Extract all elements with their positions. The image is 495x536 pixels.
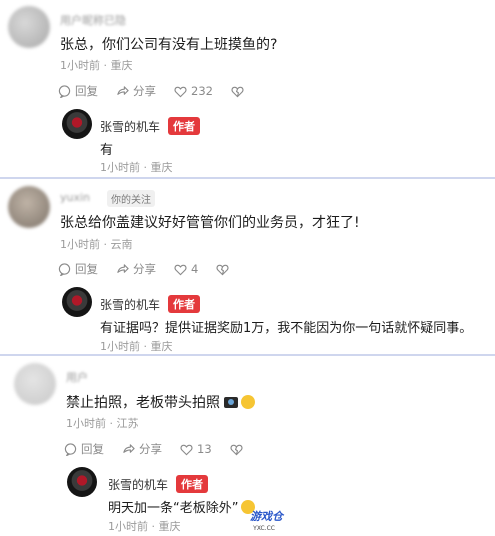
reply-author[interactable]: 张雪的机车 作者 [100,295,201,313]
comment-text[interactable]: 禁止拍照，老板带头拍照 [66,392,255,412]
share-label: 分享 [139,442,162,456]
reply-icon [58,262,71,276]
reply-label: 回复 [75,262,98,276]
reply-location: 重庆 [150,161,173,174]
heart-icon [180,444,193,455]
author-avatar[interactable] [67,467,97,497]
share-button[interactable]: 分享 [116,83,156,99]
reply-button[interactable]: 回复 [58,83,98,99]
reply-location: 重庆 [158,520,181,533]
author-badge: 作者 [176,475,209,493]
like-button[interactable]: 232 [174,84,213,98]
comment-time: 1小时前 [66,417,106,430]
comment-time: 1小时前 [60,238,100,251]
reply-icon [58,84,71,98]
avatar[interactable] [8,6,50,48]
comment-location: 重庆 [110,59,133,72]
reply-author[interactable]: 张雪的机车 作者 [108,475,209,493]
reply-text[interactable]: 明天加一条“老板除外” [108,497,256,516]
like-button[interactable]: 13 [180,442,212,456]
section-divider [0,354,495,356]
reply-time: 1小时前 [100,161,140,174]
reply-meta: 1小时前 · 重庆 [100,338,173,354]
share-icon [117,263,129,273]
dislike-button[interactable] [231,85,248,98]
share-button[interactable]: 分享 [122,441,162,457]
like-count: 13 [197,442,212,456]
comment-item: 用户 禁止拍照，老板带头拍照 1小时前 · 江苏 回复 分享 13 张雪的机车 … [0,357,495,536]
share-label: 分享 [133,262,156,276]
comment-actions: 回复 分享 4 [58,261,251,277]
comment-actions: 回复 分享 232 [58,83,266,99]
reply-time: 1小时前 [108,520,148,533]
comment-meta: 1小时前 · 重庆 [60,57,133,73]
reply-label: 回复 [75,84,98,98]
reply-meta: 1小时前 · 重庆 [108,518,181,534]
like-count: 232 [191,84,213,98]
author-badge: 作者 [168,295,201,313]
reply-button[interactable]: 回复 [58,261,98,277]
meta-separator: · [106,417,117,430]
reply-text[interactable]: 有证据吗？提供证据奖励1万，我不能因为你一句话就怀疑同事。 [100,317,472,336]
username[interactable]: 用户昵称已隐 [60,12,126,28]
reply-icon [64,442,77,456]
comment-meta: 1小时前 · 云南 [60,236,133,252]
author-badge: 作者 [168,117,201,135]
comment-text[interactable]: 张总给你盖建议好好管管你们的业务员，才狂了! [60,212,360,232]
broken-heart-icon [216,264,229,275]
comment-text-content: 禁止拍照，老板带头拍照 [66,395,220,411]
author-avatar[interactable] [62,287,92,317]
comment-text[interactable]: 张总，你们公司有没有上班摸鱼的? [60,34,277,54]
section-divider [0,177,495,179]
meta-separator: · [140,340,151,353]
username[interactable]: yuxin [60,191,90,204]
reply-label: 回复 [81,442,104,456]
author-avatar[interactable] [62,109,92,139]
comment-time: 1小时前 [60,59,100,72]
reply-text[interactable]: 有 [100,139,113,158]
like-button[interactable]: 4 [174,262,198,276]
avatar[interactable] [8,186,50,228]
author-name: 张雪的机车 [100,297,161,312]
watermark-sub: YXC.CC [253,525,275,532]
avatar[interactable] [14,363,56,405]
comment-actions: 回复 分享 13 [64,441,265,457]
share-label: 分享 [133,84,156,98]
meta-separator: · [100,238,111,251]
reply-time: 1小时前 [100,340,140,353]
broken-heart-icon [230,444,243,455]
comment-location: 江苏 [116,417,139,430]
reply-location: 重庆 [150,340,173,353]
share-icon [123,443,135,453]
like-count: 4 [191,262,199,276]
watermark-logo: 游戏仓 [250,510,283,523]
heart-icon [174,86,187,97]
meta-separator: · [140,161,151,174]
comment-item: 用户昵称已隐 张总，你们公司有没有上班摸鱼的? 1小时前 · 重庆 回复 分享 … [0,0,495,180]
share-button[interactable]: 分享 [116,261,156,277]
reply-meta: 1小时前 · 重庆 [100,159,173,175]
author-name: 张雪的机车 [108,477,169,492]
reply-author[interactable]: 张雪的机车 作者 [100,117,201,135]
share-icon [117,85,129,95]
dislike-button[interactable] [216,263,233,276]
broken-heart-icon [231,86,244,97]
username[interactable]: 用户 [66,369,88,385]
meta-separator: · [100,59,111,72]
comment-item: yuxin 你的关注 张总给你盖建议好好管管你们的业务员，才狂了! 1小时前 ·… [0,180,495,355]
heart-icon [174,264,187,275]
comment-meta: 1小时前 · 江苏 [66,415,139,431]
comment-location: 云南 [110,238,133,251]
grin-emoji-icon [241,395,255,409]
author-name: 张雪的机车 [100,119,161,134]
dislike-button[interactable] [230,443,247,456]
follow-tag: 你的关注 [107,190,155,207]
meta-separator: · [148,520,159,533]
reply-text-content: 明天加一条“老板除外” [108,501,239,516]
camera-emoji-icon [224,397,238,408]
reply-button[interactable]: 回复 [64,441,104,457]
